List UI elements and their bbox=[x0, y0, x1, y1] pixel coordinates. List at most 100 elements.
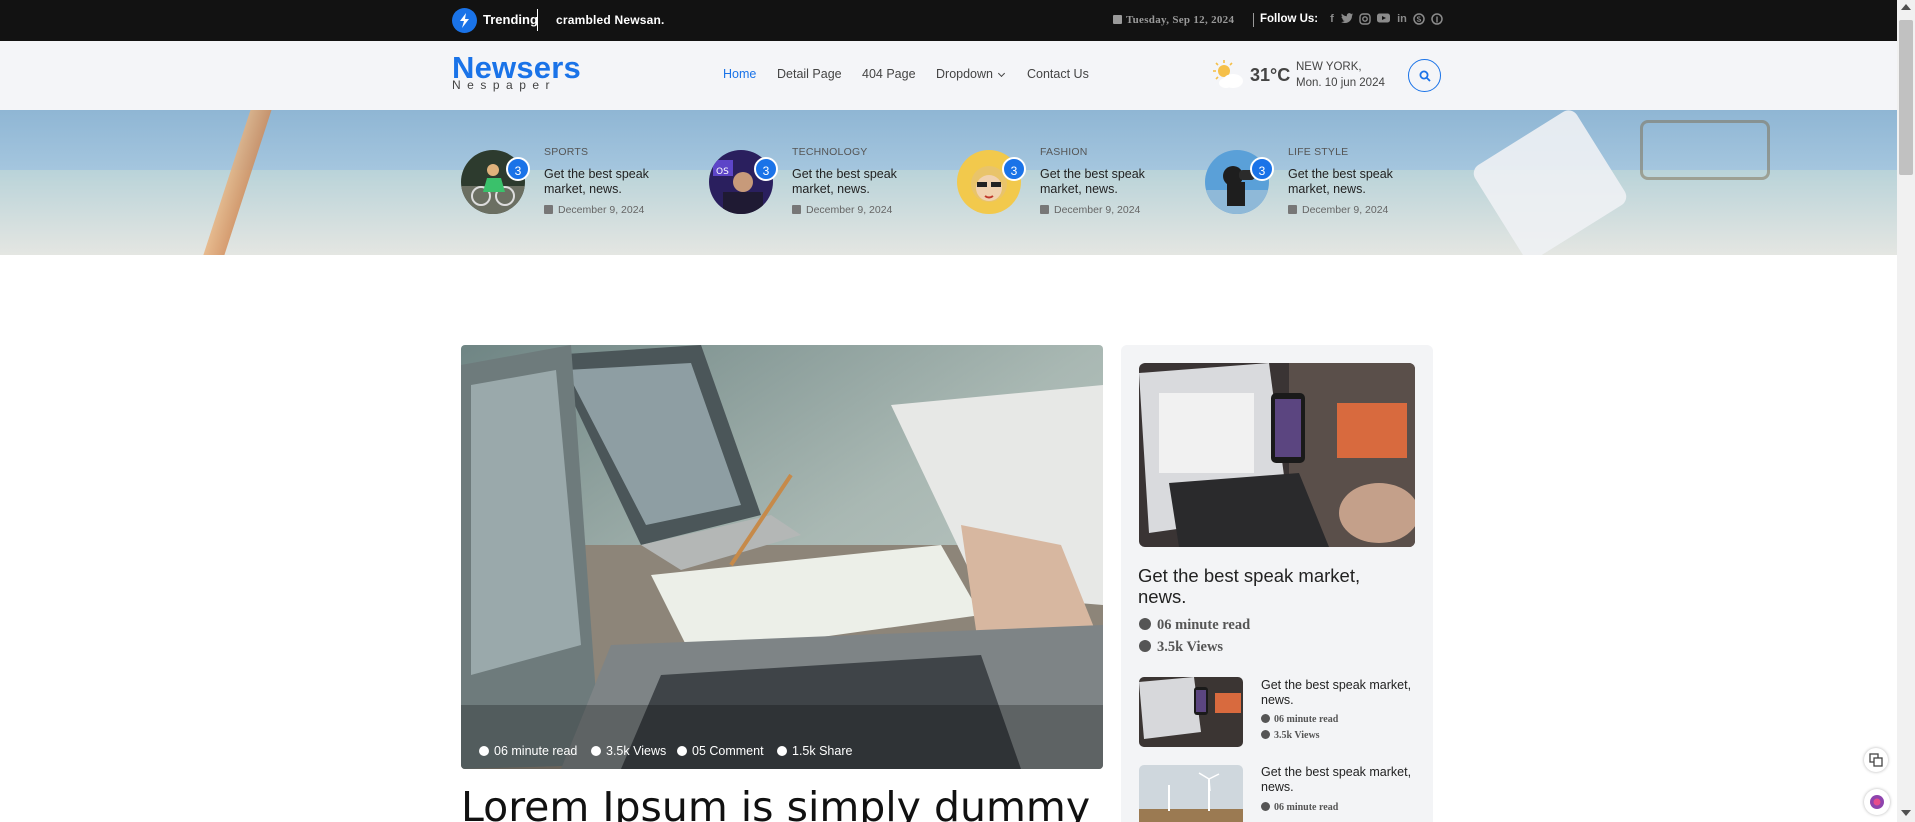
divider bbox=[1253, 13, 1254, 27]
share-arrow-icon bbox=[777, 746, 787, 756]
weather-date: Mon. 10 jun 2024 bbox=[1296, 77, 1385, 89]
scroll-down-arrow-icon[interactable] bbox=[1901, 810, 1911, 816]
hero-read-time: 06 minute read bbox=[479, 744, 577, 758]
current-date: Tuesday, Sep 12, 2024 bbox=[1113, 14, 1234, 26]
category-name[interactable]: FASHION bbox=[1040, 146, 1088, 158]
top-bar: Trending crambled Newsan. Tuesday, Sep 1… bbox=[0, 0, 1915, 41]
sidebar-item-title[interactable]: Get the best speak market, news. bbox=[1261, 678, 1421, 707]
eye-icon bbox=[1139, 640, 1151, 652]
count-badge: 3 bbox=[1002, 157, 1026, 181]
hero-shares-text: 1.5k Share bbox=[792, 744, 853, 758]
sidebar-feature-read-text: 06 minute read bbox=[1157, 617, 1251, 633]
nav-detail-page[interactable]: Detail Page bbox=[777, 67, 842, 81]
category-name[interactable]: LIFE STYLE bbox=[1288, 146, 1348, 158]
sidebar-feature-image[interactable] bbox=[1139, 363, 1415, 547]
sidebar-item-image[interactable] bbox=[1139, 765, 1243, 822]
weather-city: NEW YORK, bbox=[1296, 61, 1362, 73]
sidebar-item-read-time: 06 minute read bbox=[1261, 714, 1338, 725]
calendar-icon bbox=[1040, 205, 1049, 214]
sidebar-item-views: 3.5k Views bbox=[1261, 730, 1320, 741]
category-headline[interactable]: Get the best speak market, news. bbox=[544, 167, 674, 197]
sidebar-item-read-text: 06 minute read bbox=[1274, 714, 1339, 725]
category-name[interactable]: SPORTS bbox=[544, 146, 588, 158]
category-name[interactable]: TECHNOLOGY bbox=[792, 146, 868, 158]
category-card-fashion[interactable]: 3 FASHION Get the best speak market, new… bbox=[957, 110, 1197, 255]
twitter-icon[interactable] bbox=[1341, 13, 1353, 25]
chevron-down-icon bbox=[997, 69, 1006, 78]
translate-widget-icon[interactable] bbox=[1864, 748, 1888, 772]
category-date-text: December 9, 2024 bbox=[1302, 204, 1389, 216]
partly-cloudy-icon bbox=[1211, 60, 1245, 90]
count-badge: 3 bbox=[506, 157, 530, 181]
sidebar-feature-views: 3.5k Views bbox=[1139, 639, 1223, 656]
count-badge: 3 bbox=[754, 157, 778, 181]
clock-icon bbox=[1261, 714, 1270, 723]
svg-text:OS: OS bbox=[716, 167, 729, 177]
category-card-sports[interactable]: 3 SPORTS Get the best speak market, news… bbox=[461, 110, 701, 255]
hero-shares[interactable]: 1.5k Share bbox=[777, 744, 852, 758]
hero-views-text: 3.5k Views bbox=[606, 744, 667, 758]
sidebar-feature-title[interactable]: Get the best speak market, news. bbox=[1138, 565, 1408, 607]
sidebar-item-read-text: 06 minute read bbox=[1274, 802, 1339, 813]
article-headline[interactable]: Lorem Ipsum is simply dummy bbox=[461, 783, 1090, 822]
pinterest-icon[interactable] bbox=[1431, 13, 1443, 25]
hero-comments[interactable]: 05 Comment bbox=[677, 744, 764, 758]
lightning-icon bbox=[452, 8, 477, 33]
calendar-icon bbox=[1288, 205, 1297, 214]
divider bbox=[537, 9, 538, 31]
category-date-text: December 9, 2024 bbox=[558, 204, 645, 216]
youtube-icon[interactable] bbox=[1377, 13, 1390, 25]
sidebar-item-read-time: 06 minute read bbox=[1261, 802, 1338, 813]
calendar-icon bbox=[544, 205, 553, 214]
linkedin-icon[interactable]: in bbox=[1396, 13, 1408, 25]
featured-article-image[interactable] bbox=[461, 345, 1103, 769]
clock-icon bbox=[1261, 802, 1270, 811]
category-date: December 9, 2024 bbox=[1040, 204, 1140, 216]
category-headline[interactable]: Get the best speak market, news. bbox=[1040, 167, 1170, 197]
category-headline[interactable]: Get the best speak market, news. bbox=[1288, 167, 1418, 197]
category-date-text: December 9, 2024 bbox=[1054, 204, 1141, 216]
category-card-technology[interactable]: OS 3 TECHNOLOGY Get the best speak marke… bbox=[709, 110, 949, 255]
sidebar-item-image[interactable] bbox=[1139, 677, 1243, 747]
sidebar-item-title[interactable]: Get the best speak market, news. bbox=[1261, 765, 1421, 794]
sidebar-feature-views-text: 3.5k Views bbox=[1157, 639, 1224, 655]
category-date: December 9, 2024 bbox=[792, 204, 892, 216]
site-tagline: Nespaper bbox=[452, 78, 557, 92]
clock-icon bbox=[479, 746, 489, 756]
eye-icon bbox=[591, 746, 601, 756]
category-date: December 9, 2024 bbox=[1288, 204, 1388, 216]
eye-icon bbox=[1261, 730, 1270, 739]
nav-404-page[interactable]: 404 Page bbox=[862, 67, 916, 81]
trending-label: Trending bbox=[483, 12, 538, 27]
comment-icon bbox=[677, 746, 687, 756]
weather-temperature: 31°C bbox=[1250, 65, 1291, 85]
calendar-icon bbox=[792, 205, 801, 214]
category-date: December 9, 2024 bbox=[544, 204, 644, 216]
nav-dropdown-label: Dropdown bbox=[936, 67, 993, 81]
nav-contact-us[interactable]: Contact Us bbox=[1027, 67, 1089, 81]
date-text: Tuesday, Sep 12, 2024 bbox=[1126, 14, 1235, 26]
nav-home[interactable]: Home bbox=[723, 67, 756, 81]
calendar-icon bbox=[1113, 15, 1122, 24]
count-badge: 3 bbox=[1250, 157, 1274, 181]
category-card-life-style[interactable]: 3 LIFE STYLE Get the best speak market, … bbox=[1205, 110, 1445, 255]
sidebar-item-views-text: 3.5k Views bbox=[1274, 730, 1320, 741]
trending-headline[interactable]: crambled Newsan. bbox=[556, 13, 665, 27]
follow-us-label: Follow Us: bbox=[1260, 13, 1319, 25]
hero-read-time-text: 06 minute read bbox=[494, 744, 578, 758]
hero-views: 3.5k Views bbox=[591, 744, 666, 758]
search-button[interactable] bbox=[1408, 59, 1441, 92]
category-date-text: December 9, 2024 bbox=[806, 204, 893, 216]
clock-icon bbox=[1139, 618, 1151, 630]
hero-comments-text: 05 Comment bbox=[692, 744, 764, 758]
scrollbar-thumb[interactable] bbox=[1899, 20, 1913, 175]
scroll-up-arrow-icon[interactable] bbox=[1901, 4, 1911, 10]
facebook-icon[interactable]: f bbox=[1326, 13, 1338, 25]
skype-icon[interactable] bbox=[1413, 13, 1425, 25]
instagram-icon[interactable] bbox=[1359, 13, 1371, 25]
banner-clips-decoration bbox=[1640, 120, 1770, 180]
assistant-widget-icon[interactable] bbox=[1864, 789, 1890, 815]
nav-dropdown[interactable]: Dropdown bbox=[936, 67, 1006, 81]
search-icon bbox=[1419, 70, 1431, 82]
category-headline[interactable]: Get the best speak market, news. bbox=[792, 167, 922, 197]
